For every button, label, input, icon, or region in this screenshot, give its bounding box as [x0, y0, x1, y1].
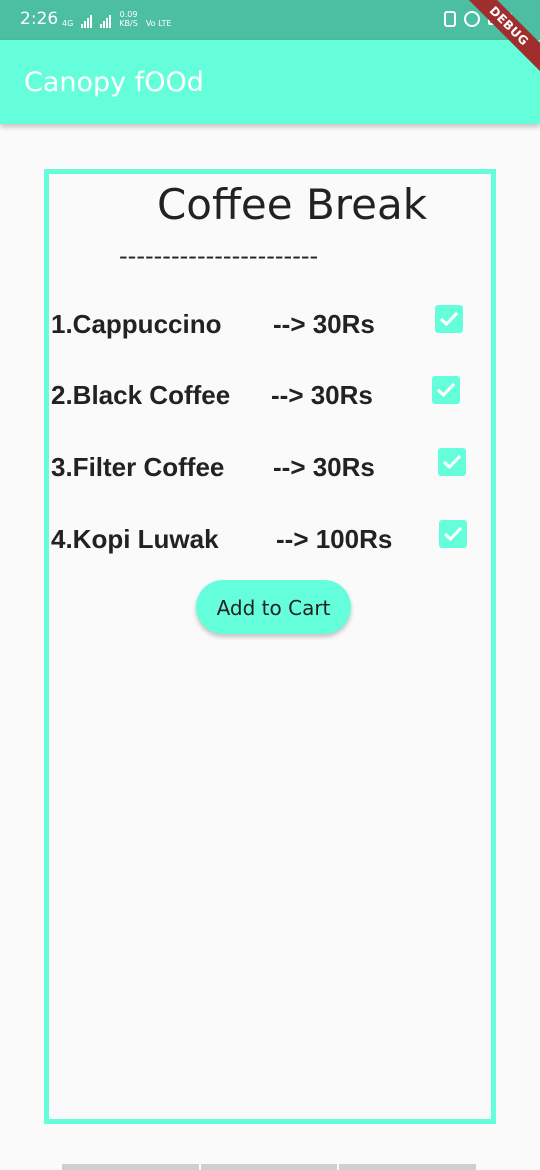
menu-item-kopi-luwak: 4.Kopi Luwak --> 100Rs [51, 518, 491, 562]
item-name: 4.Kopi Luwak [51, 524, 219, 554]
menu-item-black-coffee: 2.Black Coffee --> 30Rs [51, 360, 491, 420]
menu-item-filter-coffee: 3.Filter Coffee --> 30Rs [51, 446, 491, 490]
add-to-cart-button[interactable]: Add to Cart [196, 580, 351, 634]
signal-bars-2-icon [100, 14, 112, 28]
status-time: 2:26 [20, 9, 59, 29]
status-signal: 4G 0.09 KB/S Vo LTE [62, 10, 172, 28]
signal-bars-icon [81, 14, 93, 28]
checkmark-icon [443, 526, 463, 542]
status-bar: 2:26 4G 0.09 KB/S Vo LTE [0, 0, 540, 40]
checkmark-icon [439, 311, 459, 327]
menu-item-cappuccino: 1.Cappuccino --> 30Rs [51, 303, 491, 347]
data-speed-unit: KB/S [119, 19, 138, 28]
alarm-icon [464, 11, 480, 27]
menu-title: Coffee Break [156, 180, 428, 229]
item-price: --> 30Rs [273, 309, 375, 339]
item-name: 3.Filter Coffee [51, 452, 225, 482]
item-name: 2.Black Coffee [51, 380, 231, 410]
item-checkbox[interactable] [439, 520, 467, 548]
checkmark-icon [442, 454, 462, 470]
data-speed: 0.09 KB/S [119, 10, 138, 28]
menu-card: Coffee Break ----------------------- 1.C… [44, 169, 496, 1124]
vibrate-icon [444, 11, 456, 27]
app-bar: Canopy fOOd [0, 40, 540, 124]
item-price: --> 30Rs [271, 380, 373, 410]
app-title: Canopy fOOd [24, 67, 204, 98]
menu-divider: ----------------------- [119, 242, 319, 270]
item-price: --> 100Rs [276, 524, 393, 554]
checkmark-icon [436, 382, 456, 398]
item-checkbox[interactable] [438, 448, 466, 476]
item-name: 1.Cappuccino [51, 309, 222, 339]
item-checkbox[interactable] [435, 305, 463, 333]
item-price: --> 30Rs [273, 452, 375, 482]
carrier-label: Vo LTE [145, 19, 172, 28]
item-checkbox[interactable] [416, 360, 476, 420]
bottom-nav-hint [62, 1164, 479, 1170]
data-speed-value: 0.09 [119, 10, 138, 19]
network-type: 4G [62, 19, 74, 28]
